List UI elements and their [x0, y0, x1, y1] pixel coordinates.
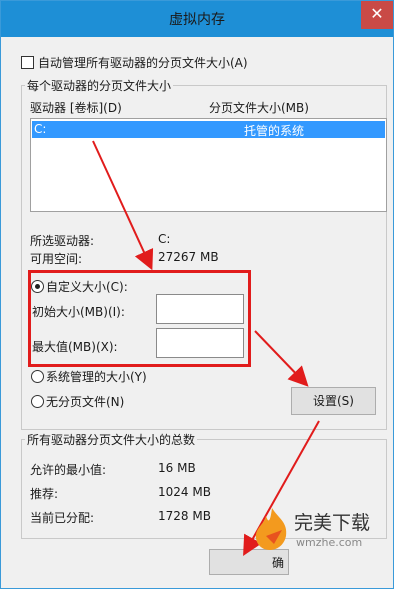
watermark-main: 完美下载 [294, 512, 371, 534]
arrow-to-custom-size [92, 140, 154, 271]
watermark-logo: 完美下载 wmzhe.com [246, 500, 386, 560]
flame-icon [252, 506, 292, 552]
watermark-sub: wmzhe.com [296, 536, 363, 549]
virtual-memory-dialog: 虚拟内存 ✕ 自动管理所有驱动器的分页文件大小(A) 每个驱动器的分页文件大小 … [0, 0, 394, 589]
arrow-to-set-button [254, 330, 309, 387]
